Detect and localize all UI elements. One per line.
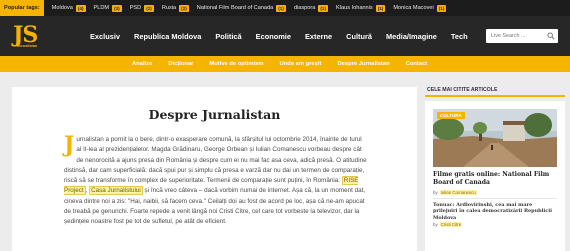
article-meta: by Cristi Citre: [433, 222, 463, 227]
divider: [433, 198, 557, 199]
subnav-item-dictionar[interactable]: Dicționar: [168, 61, 193, 67]
subnav-item-despre-jurnalistan[interactable]: Despre Jurnalistan: [337, 61, 389, 67]
page-title: Despre Jurnalistan: [148, 107, 281, 122]
tag-count-badge: (1): [436, 4, 447, 12]
article-card: Despre Jurnalistan Jurnalistan a pornit …: [12, 87, 417, 251]
tag-count-badge: (1): [318, 4, 328, 12]
search-input[interactable]: [486, 29, 546, 43]
category-badge[interactable]: CULTURĂ: [437, 112, 465, 119]
by-label: by: [433, 222, 438, 227]
site-header: JS Jurnalistan Exclusiv Republica Moldov…: [0, 16, 570, 56]
tag-link[interactable]: Klaus Iohannis (1): [336, 4, 386, 12]
subnav-item-unde-am-gresit[interactable]: Unde am greșit: [280, 61, 322, 67]
logo-subtext: Jurnalistan: [17, 44, 38, 48]
tag-link[interactable]: diaspora (1): [294, 4, 328, 12]
drop-cap: J: [64, 132, 75, 158]
nav-item-politica[interactable]: Politică: [215, 32, 241, 41]
search-icon[interactable]: [547, 32, 555, 40]
article-meta: by Iulian Comanescu: [433, 190, 477, 195]
popular-tags-bar: Popular tags: Moldova (4) PLDM (3) PSD (2) …: [0, 0, 570, 16]
most-read-article-title[interactable]: Tonuac: Ardlovirinshi, cea mai mare pril…: [433, 202, 557, 221]
nav-item-cultura[interactable]: Cultură: [346, 32, 372, 41]
sidebar-heading: CELE MAI CITITE ARTICOLE: [425, 87, 565, 97]
article-thumbnail[interactable]: CULTURĂ: [433, 109, 557, 167]
tag-count-badge: (3): [112, 4, 122, 12]
tag-link[interactable]: Rusia (2): [162, 4, 189, 12]
site-logo[interactable]: JS Jurnalistan: [13, 20, 51, 52]
tag-count-badge: (1): [375, 4, 386, 12]
main-nav: Exclusiv Republica Moldova Politică Econ…: [90, 16, 482, 56]
tag-link[interactable]: PLDM (3): [94, 4, 122, 12]
most-read-article-title[interactable]: Filme gratis online: National Film Board…: [433, 171, 557, 187]
sub-nav: Analize Dicționar Motive de optimism Und…: [0, 56, 570, 72]
nav-item-exclusiv[interactable]: Exclusiv: [90, 32, 120, 41]
nav-item-republica-moldova[interactable]: Republica Moldova: [134, 32, 201, 41]
link-casa-jurnalistului[interactable]: Casa Jurnalistului: [89, 186, 143, 196]
search-box: [486, 29, 558, 43]
nav-item-externe[interactable]: Externe: [305, 32, 332, 41]
sidebar: CELE MAI CITITE ARTICOLE CULTURĂ Filme g…: [425, 87, 565, 251]
by-label: by: [433, 190, 438, 195]
subnav-item-contact[interactable]: Contact: [406, 61, 428, 67]
nav-item-economie[interactable]: Economie: [256, 32, 291, 41]
tag-link[interactable]: Moldova (4): [52, 4, 86, 12]
tag-link[interactable]: Monica Macovei (1): [393, 4, 447, 12]
tag-count-badge: (2): [144, 4, 154, 12]
article-text: urnalistan a pornit la o bere, dintr-o e…: [64, 136, 367, 185]
nav-item-media-imagine[interactable]: Media/Imagine: [386, 32, 437, 41]
author-link[interactable]: Cristi Citre: [439, 222, 463, 227]
subnav-item-motive-de-optimism[interactable]: Motive de optimism: [209, 61, 263, 67]
tag-count-badge: (2): [179, 4, 189, 12]
most-read-widget: CULTURĂ Filme gratis online: National Fi…: [425, 101, 565, 251]
article-body: Jurnalistan a pornit la o bere, dintr-o …: [64, 132, 368, 228]
subnav-item-analize[interactable]: Analize: [132, 61, 152, 67]
tag-count-badge: (4): [75, 4, 86, 12]
nav-item-tech[interactable]: Tech: [451, 32, 468, 41]
tag-link[interactable]: PSD (2): [130, 4, 154, 12]
tag-count-badge: (1): [276, 4, 286, 12]
author-link[interactable]: Iulian Comanescu: [439, 190, 477, 195]
tag-link[interactable]: National Film Board of Canada (1): [197, 4, 286, 12]
popular-tags-label: Popular tags:: [0, 0, 44, 16]
